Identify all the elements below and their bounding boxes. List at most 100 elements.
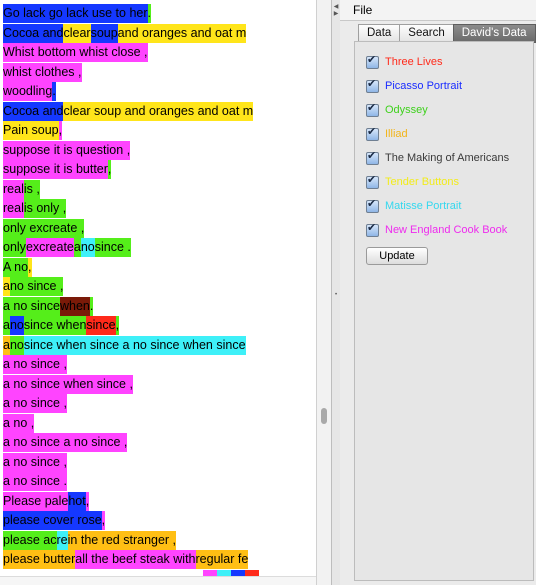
collapse-left-arrow-icon[interactable]: ◀ xyxy=(332,4,340,10)
text-line: suppose it is butter , xyxy=(3,160,112,179)
scrollbar-thumb[interactable] xyxy=(321,408,327,424)
text-segment: since when xyxy=(23,316,87,335)
text-segment: real xyxy=(3,179,24,199)
update-button[interactable]: Update xyxy=(366,247,428,265)
text-segment: when xyxy=(59,296,90,316)
checkbox-checked-icon[interactable] xyxy=(366,173,379,189)
text-line: Cocoa and clear soup and oranges and oat… xyxy=(3,101,254,121)
source-label: Odyssey xyxy=(385,104,428,116)
text-line: a no since , xyxy=(3,355,67,374)
text-line: a no since a no since , xyxy=(3,433,128,452)
text-line: a no , xyxy=(3,413,35,433)
menu-bar: File xyxy=(340,0,536,21)
source-label: New England Cook Book xyxy=(385,224,508,236)
text-segment: since . xyxy=(94,238,131,257)
text-segment: clear soup and oranges and oat m xyxy=(63,101,254,121)
text-line: a no since when since , xyxy=(3,374,133,394)
text-line: please cover rose , xyxy=(3,511,106,530)
text-segment: Cocoa and xyxy=(3,101,64,121)
text-line: woodling . xyxy=(3,82,56,101)
text-line: Please pale hot , xyxy=(3,491,90,511)
text-segment: a xyxy=(3,335,10,355)
text-segment: and oranges and oat m xyxy=(117,23,247,43)
checkbox-checked-icon[interactable] xyxy=(366,197,379,213)
menu-file[interactable]: File xyxy=(353,3,372,17)
text-segment: no xyxy=(9,316,24,335)
text-segment: a no , xyxy=(3,413,35,433)
checkbox-checked-icon[interactable] xyxy=(366,101,379,117)
text-segment: a no since xyxy=(3,296,60,316)
checkbox-checked-icon[interactable] xyxy=(366,53,379,69)
text-segment: Go lack go lack use to her xyxy=(3,4,148,23)
vertical-scrollbar[interactable] xyxy=(316,0,331,585)
text-line: Whist bottom whist close , xyxy=(3,43,148,62)
text-line: only excreate a no since . xyxy=(3,238,131,257)
text-segment: no since , xyxy=(9,277,64,296)
text-line: a no since , xyxy=(3,277,64,296)
text-segment: only xyxy=(3,238,26,257)
source-label: Three Lives xyxy=(385,56,443,68)
text-segment: re xyxy=(56,530,68,550)
text-line: real is only , xyxy=(3,199,67,218)
source-label: Tender Buttons xyxy=(385,176,459,188)
text-segment: a no since , xyxy=(3,394,67,413)
source-checkbox-row[interactable]: The Making of Americans xyxy=(366,149,510,166)
text-segment: please ac xyxy=(3,530,57,550)
source-checkbox-row[interactable]: New England Cook Book xyxy=(366,221,508,238)
source-checkbox-row[interactable]: Illiad xyxy=(366,125,408,142)
text-segment: clear xyxy=(63,23,91,43)
text-segment: a no since , xyxy=(3,355,67,374)
text-line: Pain soup , xyxy=(3,121,63,140)
text-segment: since when since a no since when since xyxy=(23,335,246,355)
text-segment: excreate xyxy=(25,238,74,257)
text-line: please butter all the beef steak with re… xyxy=(3,550,249,569)
collapse-right-arrow-icon[interactable]: ▶ xyxy=(332,11,340,17)
text-segment: suppose it is question , xyxy=(3,140,131,160)
checkbox-checked-icon[interactable] xyxy=(366,149,379,165)
source-checkbox-row[interactable]: Picasso Portrait xyxy=(366,77,462,94)
text-segment: , xyxy=(85,491,90,511)
text-segment: , xyxy=(115,316,120,335)
text-segment: Please pale xyxy=(3,491,69,511)
text-segment: no xyxy=(9,335,24,355)
text-segment: , xyxy=(28,257,32,277)
text-segment: , xyxy=(101,511,106,530)
text-line: a no since when since a no since when si… xyxy=(3,335,246,355)
text-line: Cocoa and clear soup and oranges and oat… xyxy=(3,23,247,43)
text-line: a no since , xyxy=(3,452,67,472)
colored-text-area[interactable]: Go lack go lack use to her. Cocoa and cle… xyxy=(3,4,266,582)
checkbox-checked-icon[interactable] xyxy=(366,125,379,141)
source-label: The Making of Americans xyxy=(385,152,510,164)
source-checkbox-row[interactable]: Odyssey xyxy=(366,101,428,118)
tab-bar: Data Search David's Data xyxy=(358,24,536,43)
text-segment: please cover rose xyxy=(3,511,102,530)
text-segment: suppose it is butter xyxy=(3,160,108,179)
horizontal-scrollbar[interactable] xyxy=(0,576,316,585)
checkbox-checked-icon[interactable] xyxy=(366,77,379,93)
text-segment: please butter xyxy=(3,550,76,569)
source-label: Matisse Portrait xyxy=(385,200,462,212)
text-segment: regular fe xyxy=(195,550,249,569)
text-line: a no since . xyxy=(3,472,67,491)
text-line: only excreate , xyxy=(3,218,85,238)
source-checkbox-row[interactable]: Tender Buttons xyxy=(366,173,459,190)
source-checkbox-row[interactable]: Matisse Portrait xyxy=(366,197,462,214)
text-pane[interactable]: Go lack go lack use to her. Cocoa and cle… xyxy=(0,0,316,585)
source-checkbox-row[interactable]: Three Lives xyxy=(366,53,443,70)
text-line: real is , xyxy=(3,179,40,199)
text-segment: a no since . xyxy=(3,472,67,491)
text-segment: . xyxy=(52,82,56,101)
checkbox-checked-icon[interactable] xyxy=(366,221,379,237)
text-segment: since xyxy=(86,316,116,335)
text-segment: is only , xyxy=(23,199,67,218)
text-segment: a xyxy=(3,316,10,335)
text-segment: is , xyxy=(23,179,40,199)
text-segment: a no since a no since , xyxy=(3,433,128,452)
text-segment: all the beef steak with xyxy=(75,550,196,569)
text-line: a no since when since , xyxy=(3,316,120,335)
text-segment: . xyxy=(89,296,94,316)
text-line: please acre in the red stranger , xyxy=(3,530,177,550)
text-segment: woodling xyxy=(3,82,53,101)
text-line: whist clothes , xyxy=(3,62,82,82)
text-segment: Cocoa and xyxy=(3,23,64,43)
